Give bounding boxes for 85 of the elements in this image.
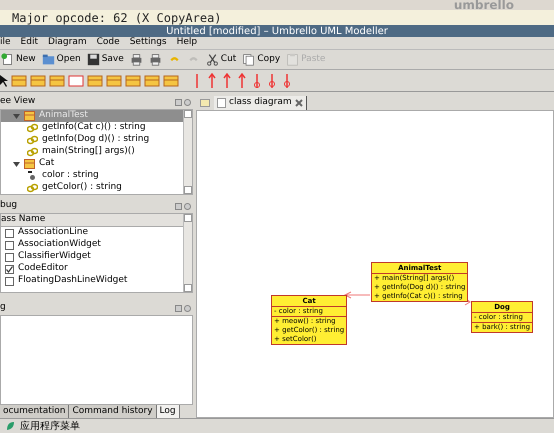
checkbox[interactable] [5,264,14,274]
checkbox[interactable] [5,276,14,286]
menu-item[interactable]: Help [176,36,198,50]
close-icon[interactable] [184,202,191,210]
close-icon[interactable] [294,99,303,107]
class-name: FloatingDashLineWidget [18,274,128,288]
close-icon[interactable] [184,98,191,106]
panel-tab[interactable]: Log [156,405,180,418]
pointer-icon[interactable] [0,74,8,86]
scrollbar[interactable] [183,110,192,194]
toolbar-button[interactable]: Save [86,52,125,66]
link-icon [27,135,38,145]
relation-arrow-icon[interactable] [283,72,291,88]
scissors-icon [206,53,219,66]
uml-tool-icon[interactable] [68,74,84,88]
uml-tool-icon[interactable] [106,74,122,88]
scrollbar[interactable] [183,214,192,292]
close-icon[interactable] [184,304,191,312]
link-icon [27,183,38,193]
window-title: umbrello [454,0,514,11]
link-icon [27,147,38,157]
float-icon[interactable] [175,202,182,210]
class-name: AssociationLine [18,226,88,239]
menu-item[interactable]: ile [0,36,11,50]
float-icon[interactable] [175,304,182,312]
tree-item[interactable]: getInfo(Dog d)() : string [1,134,183,146]
checkbox[interactable] [5,240,14,250]
uml-tool-icon[interactable] [30,74,46,88]
class-name: ClassifierWidget [18,250,91,263]
folder-icon [42,53,55,66]
class-name: AssociationWidget [18,238,101,251]
printer-icon [148,53,162,66]
relation-arrow-icon[interactable] [223,72,231,88]
float-icon[interactable] [175,98,182,106]
panel-tab[interactable]: ocumentation [0,405,70,418]
panel-title: ee View [0,95,36,108]
column-header[interactable]: ass Name [1,214,183,227]
menu-item[interactable]: Code [96,36,120,50]
toolbar-button[interactable]: Open [40,52,82,66]
relation-arrow-icon[interactable] [238,72,246,88]
tree-item[interactable]: getColor() : string [1,182,183,194]
terminal-text: Major opcode: 62 (X CopyArea) [12,12,222,24]
toolbar-button[interactable]: Copy [241,52,282,66]
toolbar-button[interactable] [128,53,144,66]
tree-item[interactable]: Cat [1,158,183,170]
checkbox[interactable] [5,252,14,262]
diagram-tab[interactable]: class diagram [214,96,307,110]
class-icon [24,111,35,121]
checkbox[interactable] [5,228,14,238]
leaf-icon[interactable] [6,421,15,431]
uml-tool-icon[interactable] [144,74,160,88]
uml-tool-icon[interactable] [49,74,65,88]
panel-tab[interactable]: Command history [69,405,157,418]
expand-arrow-icon[interactable] [13,160,20,168]
uml-tool-icon[interactable] [163,74,179,88]
attribute-icon [27,171,38,181]
printer-icon [130,53,143,66]
tree-item[interactable]: getInfo(Cat c)() : string [1,122,183,134]
class-icon [24,159,35,169]
relation-arrow-icon[interactable] [268,72,276,88]
window-title: Untitled [modified] – Umbrello UML Modeller [166,24,388,37]
menu-item[interactable]: Edit [20,36,38,50]
toolbar-button[interactable]: Cut [204,52,238,66]
toolbar-button[interactable] [148,53,163,66]
uml-tool-icon[interactable] [125,74,141,88]
new-document-icon [1,53,14,66]
toolbar-button[interactable]: New [0,52,37,66]
association-arrow [344,292,370,298]
uml-tool-icon[interactable] [87,74,103,88]
class-name: CodeEditor [18,262,68,275]
link-icon [27,123,38,133]
new-diagram-icon[interactable] [200,99,210,107]
relation-arrow-icon[interactable] [253,72,261,88]
paste-icon [286,53,300,66]
check-icon [6,266,13,272]
copy-icon [242,53,256,66]
menu-item[interactable]: Settings [130,36,167,50]
diagram-icon [217,98,226,108]
tree-item[interactable]: main(String[] args)() [1,146,183,158]
relation-arrow-icon[interactable] [208,72,216,88]
taskbar-label[interactable]: 应用程序菜单 [20,418,80,433]
menu-item[interactable]: Diagram [48,36,87,50]
panel-title: bug [0,199,18,212]
panel-title: g [0,301,6,314]
tree-item[interactable]: color : string [1,170,183,182]
